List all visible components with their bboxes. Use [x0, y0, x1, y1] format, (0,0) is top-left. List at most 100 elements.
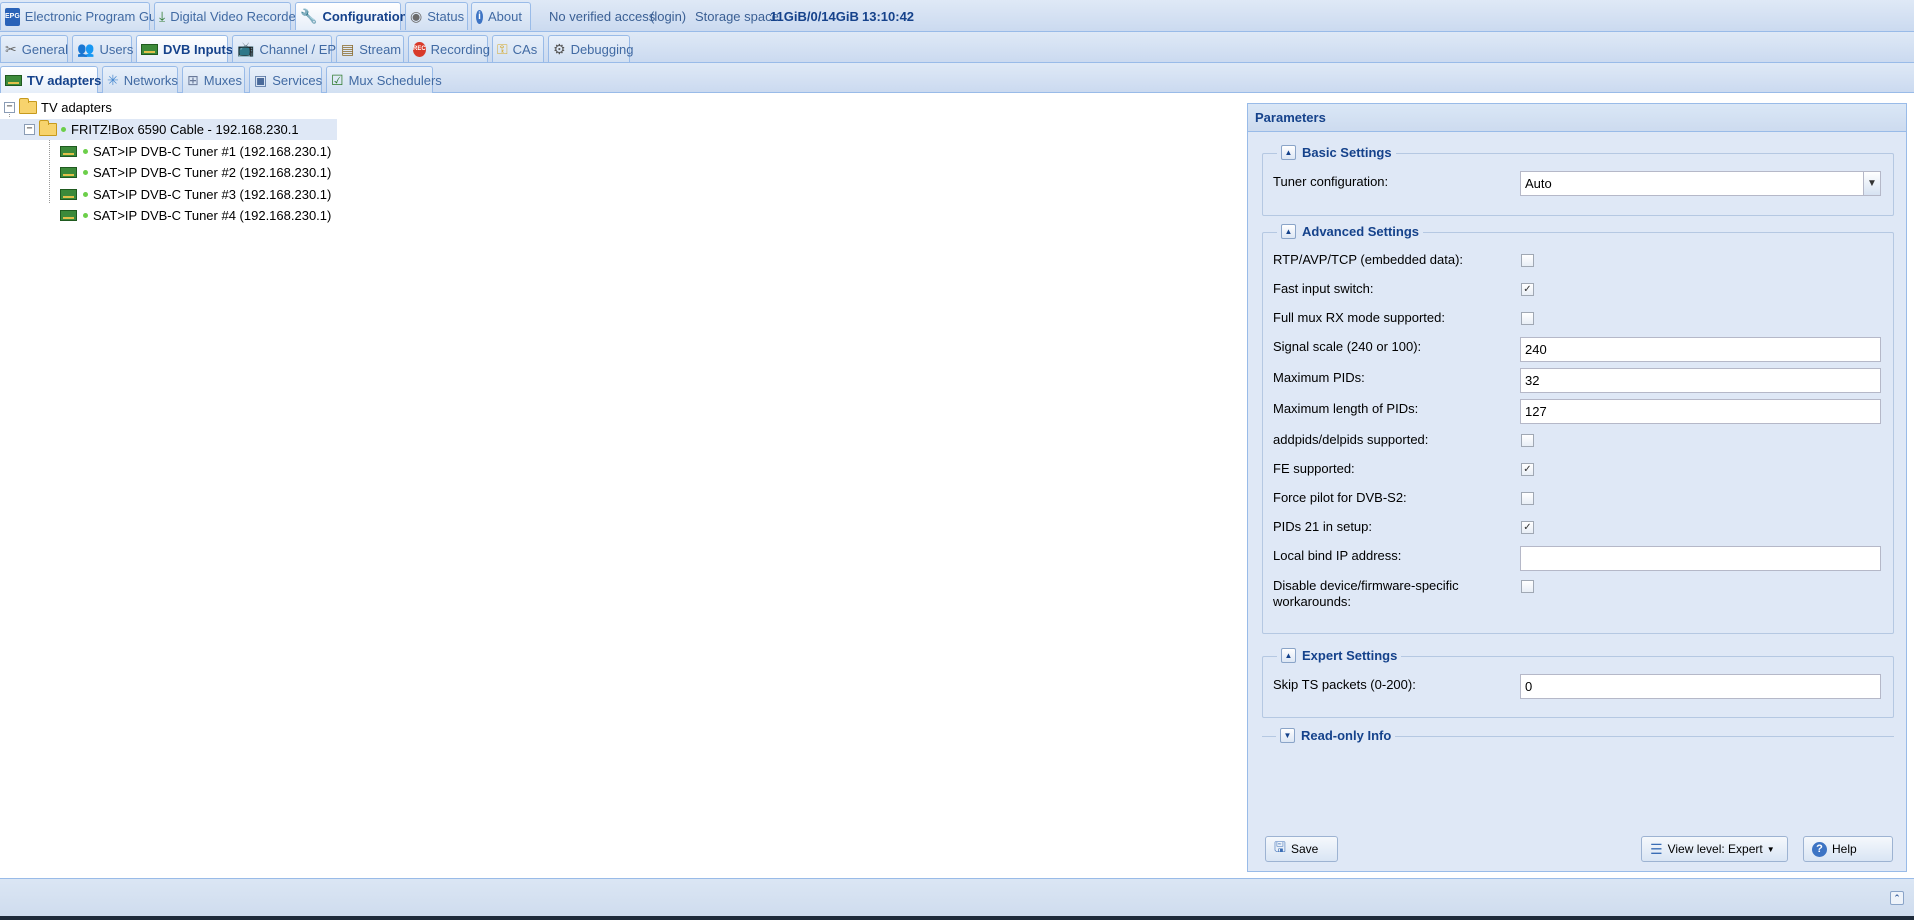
tuner-config-select[interactable]: Auto ▼ [1520, 171, 1881, 196]
max-pids-length-label: Maximum length of PIDs: [1273, 401, 1419, 416]
max-pids-label: Maximum PIDs: [1273, 370, 1365, 385]
log-panel-bar: ⌃ [0, 878, 1914, 916]
tab-recording[interactable]: REC Recording [408, 35, 490, 62]
rec-icon: REC [413, 41, 426, 57]
stream-icon: ▤ [341, 40, 355, 57]
signal-scale-input[interactable] [1520, 337, 1881, 362]
tab-general[interactable]: ✂ General [0, 35, 68, 62]
tree-root-node[interactable]: − TV adapters [4, 97, 112, 118]
addpids-label: addpids/delpids supported: [1273, 432, 1429, 447]
epg-icon: EPG [5, 7, 20, 26]
expand-down-icon[interactable]: ▼ [1280, 728, 1295, 743]
tab-debugging[interactable]: ⚙ Debugging [548, 35, 633, 62]
addpids-checkbox[interactable] [1521, 434, 1534, 447]
bug-icon: ⚙ [553, 40, 566, 57]
tab-tv-adapters[interactable]: TV adapters [0, 66, 101, 93]
tuner-card-icon [141, 40, 158, 58]
basic-settings-legend[interactable]: ▲ Basic Settings [1277, 145, 1396, 160]
bind-ip-input[interactable] [1520, 546, 1881, 571]
readonly-info-legend[interactable]: ▼ Read-only Info [1276, 728, 1396, 743]
tree-tuner-node[interactable]: SAT>IP DVB-C Tuner #1 (192.168.230.1) [60, 141, 331, 162]
tab-dvb-inputs[interactable]: DVB Inputs [136, 35, 233, 62]
expand-up-icon[interactable]: ⌃ [1890, 891, 1904, 905]
force-pilot-checkbox[interactable] [1521, 492, 1534, 505]
window-bottom-edge [0, 916, 1914, 920]
tree-device-node[interactable]: − FRITZ!Box 6590 Cable - 192.168.230.1 [0, 119, 337, 140]
expert-settings-legend[interactable]: ▲ Expert Settings [1277, 648, 1402, 663]
force-pilot-label: Force pilot for DVB-S2: [1273, 490, 1407, 505]
tab-users[interactable]: 👥 Users [72, 35, 133, 62]
tree-tuner-node[interactable]: SAT>IP DVB-C Tuner #4 (192.168.230.1) [60, 205, 331, 226]
eye-icon: ◉ [410, 8, 423, 24]
tab-mux-schedulers[interactable]: ☑ Mux Schedulers [326, 66, 442, 93]
max-pids-length-input[interactable] [1520, 399, 1881, 424]
pids21-checkbox[interactable]: ✓ [1521, 521, 1534, 534]
rtp-checkbox[interactable] [1521, 254, 1534, 267]
tab-stream[interactable]: ▤ Stream [336, 35, 404, 62]
tuner-card-icon [60, 146, 77, 157]
fe-supported-label: FE supported: [1273, 461, 1355, 476]
login-link[interactable]: (login) [650, 9, 686, 24]
tab-dvr[interactable]: ⤓ Digital Video Recorder [154, 2, 300, 30]
tv-icon: 📺 [237, 40, 255, 57]
skip-ts-label: Skip TS packets (0-200): [1273, 677, 1416, 692]
collapse-up-icon[interactable]: ▲ [1281, 145, 1296, 160]
collapse-icon[interactable]: − [24, 124, 35, 135]
basic-settings-fieldset: ▲ Basic Settings Tuner configuration: Au… [1262, 145, 1894, 216]
tree-tuner-node[interactable]: SAT>IP DVB-C Tuner #2 (192.168.230.1) [60, 162, 331, 183]
collapse-icon[interactable]: − [4, 102, 15, 113]
readonly-info-fieldset: ▼ Read-only Info [1262, 728, 1894, 743]
skip-ts-input[interactable] [1520, 674, 1881, 699]
disable-workarounds-label: Disable device/firmware-specific workaro… [1273, 578, 1459, 609]
key-icon: ⚿ [497, 40, 508, 57]
status-dot-icon [83, 213, 88, 218]
folder-icon [19, 98, 37, 114]
mux-icon: ⊞ [187, 71, 199, 88]
fast-switch-checkbox[interactable]: ✓ [1521, 283, 1534, 296]
storage-value: 11GiB/0/14GiB [770, 9, 859, 24]
collapse-up-icon[interactable]: ▲ [1281, 224, 1296, 239]
rtp-label: RTP/AVP/TCP (embedded data): [1273, 252, 1464, 267]
tree-tuner-node[interactable]: SAT>IP DVB-C Tuner #3 (192.168.230.1) [60, 184, 331, 205]
tab-channel-epg[interactable]: 📺 Channel / EPG [232, 35, 346, 62]
status-dot-icon [61, 127, 66, 132]
tuner-card-icon [60, 167, 77, 178]
tab-epg[interactable]: EPG Electronic Program Guide [0, 2, 174, 30]
advanced-settings-legend[interactable]: ▲ Advanced Settings [1277, 224, 1424, 239]
fe-supported-checkbox[interactable]: ✓ [1521, 463, 1534, 476]
access-status: No verified access [549, 9, 656, 24]
full-mux-checkbox[interactable] [1521, 312, 1534, 325]
tab-muxes[interactable]: ⊞ Muxes [182, 66, 245, 93]
full-mux-label: Full mux RX mode supported: [1273, 310, 1445, 325]
status-dot-icon [83, 192, 88, 197]
tab-configuration[interactable]: 🔧 Configuration [295, 2, 408, 30]
tab-status[interactable]: ◉ Status [405, 2, 468, 30]
collapse-up-icon[interactable]: ▲ [1281, 648, 1296, 663]
config-tab-bar: ✂ General 👥 Users DVB Inputs 📺 Channel /… [0, 32, 1914, 63]
tab-about[interactable]: i About [471, 2, 531, 30]
bind-ip-label: Local bind IP address: [1273, 548, 1402, 563]
adapter-tree: − TV adapters − FRITZ!Box 6590 Cable - 1… [0, 95, 1245, 878]
save-button[interactable]: 🖫 Save [1265, 836, 1338, 862]
help-button[interactable]: ? Help [1803, 836, 1893, 862]
pids21-label: PIDs 21 in setup: [1273, 519, 1372, 534]
tab-services[interactable]: ▣ Services [249, 66, 322, 93]
view-level-button[interactable]: ☰ View level: Expert ▼ [1641, 836, 1788, 862]
tuner-card-icon [5, 71, 22, 89]
fast-switch-label: Fast input switch: [1273, 281, 1374, 296]
tab-networks[interactable]: ✳ Networks [102, 66, 178, 93]
wrench-icon: 🔧 [300, 8, 318, 24]
download-icon: ⤓ [159, 8, 166, 24]
signal-scale-label: Signal scale (240 or 100): [1273, 339, 1422, 354]
chevron-down-icon[interactable]: ▼ [1863, 172, 1880, 195]
tuner-card-icon [60, 210, 77, 221]
disable-workarounds-checkbox[interactable] [1521, 580, 1534, 593]
info-icon: i [476, 9, 484, 24]
parameters-title: Parameters [1248, 104, 1906, 132]
tab-cas[interactable]: ⚿ CAs [492, 35, 544, 62]
max-pids-input[interactable] [1520, 368, 1881, 393]
users-icon: 👥 [77, 40, 95, 57]
clock: 13:10:42 [862, 9, 915, 24]
tuner-config-label: Tuner configuration: [1273, 174, 1389, 189]
folder-icon [39, 120, 57, 136]
